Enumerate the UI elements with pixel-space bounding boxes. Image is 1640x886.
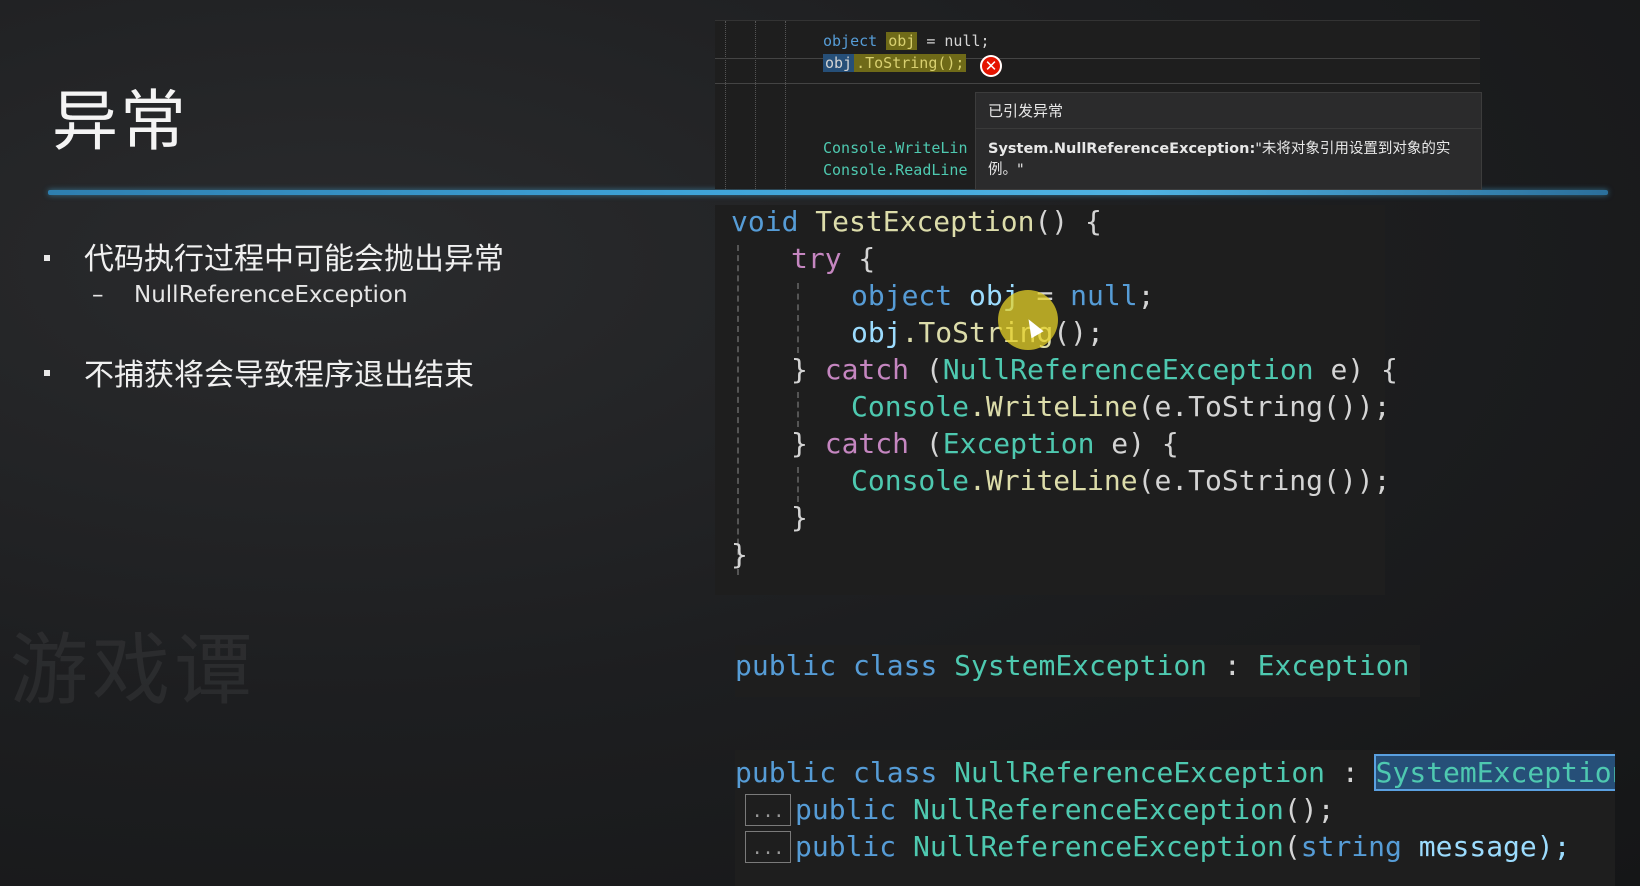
code-line-4: obj.ToString(); [851,316,1104,350]
debug-line-3: Console.WriteLin [823,139,968,157]
system-exception-snippet: public class SystemException : Exception… [735,645,1420,697]
keyword-void: void [731,205,799,238]
keyword-null: null [1070,279,1138,312]
code-punct: } [791,427,825,460]
keyword-try: try [791,242,842,275]
ctor-name: NullReferenceException [913,830,1284,863]
method-name: TestException [815,205,1035,238]
keyword-object: object [823,32,878,50]
keyword-catch: catch [824,427,910,460]
code-rest: = null; [917,32,990,50]
code-line-10: } [731,538,748,571]
code-punct: { [841,242,876,275]
keyword-public: public [735,649,837,682]
popup-message: System.NullReferenceException:"未将对象引用设置到… [988,139,1470,181]
collapsed-region-box[interactable]: ... [745,794,791,826]
highlighted-call: .ToString(); [854,54,967,72]
slide-title: 异常 [52,83,188,160]
main-code-panel: void TestException() { try { object obj … [715,205,1398,595]
collapsed-region-box[interactable]: ... [745,831,791,863]
debug-line-1: object obj = null; [823,32,990,50]
bullet-marker [44,370,50,376]
watermark: 游戏谭 [10,626,257,716]
keyword-class: class [853,756,938,789]
code-punct: : [1207,649,1258,682]
keyword-public: public [795,830,897,863]
title-divider [48,190,1608,195]
selected-obj: obj [823,54,855,72]
error-x-icon[interactable]: ✕ [980,55,1002,77]
keyword-public: public [735,756,837,789]
null-reference-snippet: public class NullReferenceException : Sy… [735,750,1615,886]
ctor-line-1: public NullReferenceException(); [795,793,1334,827]
indent-guide [797,283,799,353]
code-punct: (e.ToString()); [1137,464,1391,497]
code-punct: ; [1137,279,1155,312]
keyword-public: public [795,793,897,826]
code-punct: e) { [1094,427,1179,460]
exception-type: System.NullReferenceException: [988,141,1256,157]
keyword-catch: catch [824,353,910,386]
indent-guide [737,245,739,575]
code-punct: } [791,353,825,386]
code-punct: () { [1034,205,1102,238]
bullet-marker [44,255,50,261]
class-name: NullReferenceException [954,756,1326,789]
keyword-class: class [853,649,938,682]
type-name: NullReferenceException [942,353,1314,386]
code-punct: (e.ToString()); [1137,390,1391,423]
sub-bullet-1: NullReferenceException [134,282,408,308]
code-punct: : [1325,756,1376,789]
code-line-7: } catch (Exception e) { [791,427,1179,461]
indent-guide [725,21,726,189]
ctor-name: NullReferenceException [913,793,1284,826]
ctor-line-2: public NullReferenceException(string mes… [795,830,1570,864]
bullet-1: 代码执行过程中可能会抛出异常 [84,242,504,277]
debug-line-2: obj .ToString(); [823,54,967,72]
class-declaration: public class SystemException : Exception… [735,649,1420,683]
code-punct: e) { [1313,353,1398,386]
type-name: Console [851,390,970,423]
exception-popup: 已引发异常 System.NullReferenceException:"未将对… [975,92,1482,190]
code-line-2: try { [791,242,875,276]
param-name: message); [1401,830,1571,863]
base-class: Exception [1257,649,1410,682]
code-punct: ( [909,427,943,460]
code-line-1: void TestException() { [731,205,1102,239]
code-punct: ( [1283,830,1301,863]
type-name: Console [851,464,970,497]
bullet-2: 不捕获将会导致程序退出结束 [84,358,474,393]
code-punct: { [1409,649,1420,682]
popup-header: 已引发异常 [976,93,1481,129]
indent-guide [755,21,756,189]
code-punct: ( [909,353,943,386]
indent-guide [785,21,786,189]
selected-base-class[interactable]: SystemException [1373,754,1615,791]
code-line-8: Console.WriteLine(e.ToString()); [851,464,1390,498]
code-line-5: } catch (NullReferenceException e) { [791,353,1398,387]
code-line-6: Console.WriteLine(e.ToString()); [851,390,1390,424]
code-punct: (); [1053,316,1104,349]
type-name: Exception [942,427,1095,460]
sub-bullet-dash: – [92,282,104,308]
keyword-string: string [1300,830,1402,863]
code-punct: (); [1283,793,1335,826]
keyword-object: object [851,279,953,312]
highlighted-var: obj [886,32,918,50]
code-line-9: } [791,501,808,534]
debug-line-4: Console.ReadLine [823,161,968,179]
method-call: .WriteLine [969,464,1138,497]
indent-guide [797,467,799,502]
indent-guide [797,392,799,427]
method-call: .WriteLine [969,390,1138,423]
class-name: SystemException [954,649,1208,682]
var-obj: obj [851,316,902,349]
class-declaration: public class NullReferenceException : Sy… [735,754,1615,791]
